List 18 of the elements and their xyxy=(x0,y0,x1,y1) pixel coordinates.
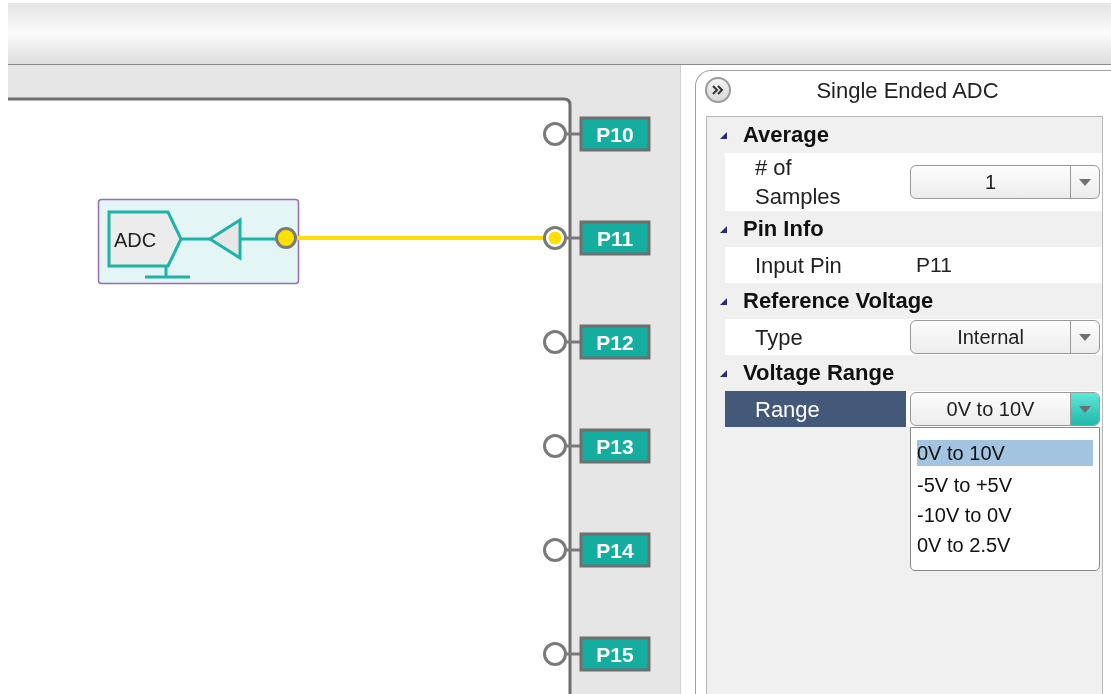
property-name[interactable]: Range xyxy=(725,391,906,427)
menu-option[interactable]: 0V to 10V xyxy=(917,440,1093,466)
menu-option[interactable]: -10V to 0V xyxy=(917,500,1093,530)
menu-option[interactable]: -5V to +5V xyxy=(917,470,1093,500)
category-label: Voltage Range xyxy=(743,360,895,386)
dropdown-field[interactable]: Internal xyxy=(910,320,1100,354)
menu-option[interactable]: 0V to 2.5V xyxy=(917,530,1093,560)
component-label: ADC xyxy=(114,229,157,251)
property-name[interactable]: Input Pin xyxy=(725,247,906,283)
category-label: Reference Voltage xyxy=(743,288,934,314)
dropdown-field[interactable]: 1 xyxy=(910,165,1100,199)
dropdown-field[interactable]: 0V to 10V xyxy=(910,392,1100,426)
property-name[interactable]: Type xyxy=(725,319,906,355)
category-label: Pin Info xyxy=(743,216,824,242)
panel-title: Single Ended ADC xyxy=(815,78,999,104)
property-name[interactable]: # of Samples xyxy=(725,153,906,211)
property-value: P11 xyxy=(915,253,952,277)
category-label: Average xyxy=(743,122,829,148)
